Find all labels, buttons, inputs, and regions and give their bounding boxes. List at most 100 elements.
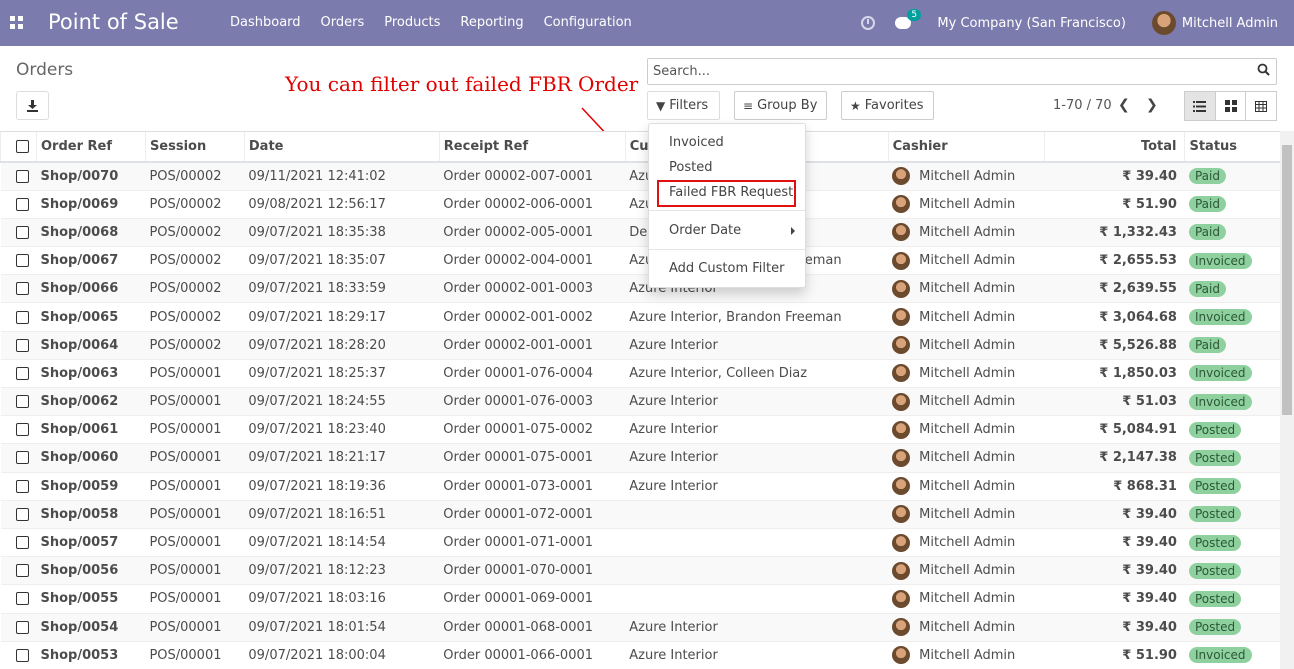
table-row[interactable]: Shop/0067 POS/00002 09/07/2021 18:35:07 Ord… — [0, 246, 1280, 276]
table-row[interactable]: Shop/0055 POS/00001 09/07/2021 18:03:16 Ord… — [0, 584, 1280, 614]
menu-item-configuration[interactable]: Configuration — [544, 15, 632, 30]
table-row[interactable]: Shop/0066 POS/00002 09/07/2021 18:33:59 Ord… — [0, 274, 1280, 304]
search-icon[interactable] — [1257, 63, 1270, 76]
app-title[interactable]: Point of Sale — [48, 10, 179, 34]
group-by-button[interactable]: ≡ Group By — [734, 91, 827, 120]
activity-clock-icon[interactable] — [861, 16, 876, 30]
pivot-view-icon[interactable] — [1246, 92, 1276, 120]
column-receipt-ref[interactable]: Receipt Ref — [438, 132, 626, 163]
table-row[interactable]: Shop/0054 POS/00001 09/07/2021 18:01:54 Ord… — [0, 613, 1280, 642]
status-badge: Posted — [1188, 506, 1242, 523]
row-checkbox[interactable] — [0, 331, 37, 360]
cashier-name: Mitchell Admin — [919, 422, 1016, 438]
receipt-ref-cell: Order 00001-076-0003 — [439, 387, 626, 417]
table-row[interactable]: Shop/0056 POS/00001 09/07/2021 18:12:23 Ord… — [0, 556, 1280, 586]
cashier-cell: Mitchell Admin — [888, 359, 1045, 389]
customer-cell: Azure Interior — [625, 331, 889, 360]
table-row[interactable]: Shop/0064 POS/00002 09/07/2021 18:28:20 Ord… — [0, 331, 1280, 360]
filter-invoiced[interactable]: Invoiced — [649, 131, 805, 155]
total-cell: ₹ 1,850.03 — [1044, 359, 1185, 389]
table-row[interactable]: Shop/0065 POS/00002 09/07/2021 18:29:17 Ord… — [0, 302, 1280, 332]
row-checkbox[interactable] — [0, 584, 37, 614]
cashier-avatar — [892, 336, 911, 355]
table-row[interactable]: Shop/0061 POS/00001 09/07/2021 18:23:40 Ord… — [0, 415, 1280, 445]
menu-item-dashboard[interactable]: Dashboard — [230, 15, 301, 30]
column-total[interactable]: Total — [1043, 132, 1185, 163]
status-cell: Invoiced — [1184, 641, 1280, 669]
menu-item-products[interactable]: Products — [384, 15, 440, 30]
filter-posted[interactable]: Posted — [649, 156, 805, 180]
order-ref-cell: Shop/0069 — [36, 190, 146, 219]
user-avatar[interactable] — [1151, 11, 1176, 35]
row-checkbox[interactable] — [0, 162, 37, 191]
table-row[interactable]: Shop/0070 POS/00002 09/11/2021 12:41:02 Ord… — [0, 162, 1280, 191]
receipt-ref-cell: Order 00001-066-0001 — [439, 641, 626, 669]
column-order-ref[interactable]: Order Ref — [35, 132, 146, 163]
column-cashier[interactable]: Cashier — [887, 132, 1045, 163]
row-checkbox[interactable] — [0, 528, 37, 558]
filter-order-date[interactable]: Order Date — [649, 219, 805, 243]
cashier-cell: Mitchell Admin — [888, 246, 1045, 276]
receipt-ref-cell: Order 00002-001-0002 — [439, 302, 626, 332]
select-all-checkbox[interactable] — [0, 132, 37, 163]
list-scrollbar[interactable] — [1280, 131, 1294, 669]
row-checkbox[interactable] — [0, 190, 37, 219]
row-checkbox[interactable] — [0, 359, 37, 389]
menu-item-reporting[interactable]: Reporting — [460, 15, 523, 30]
pager-next-icon[interactable]: ❯ — [1146, 97, 1158, 113]
row-checkbox[interactable] — [0, 443, 37, 473]
receipt-ref-cell: Order 00001-072-0001 — [439, 500, 626, 529]
list-view-icon[interactable] — [1185, 92, 1216, 120]
total-cell: ₹ 5,526.88 — [1044, 331, 1185, 360]
table-row[interactable]: Shop/0059 POS/00001 09/07/2021 18:19:36 Ord… — [0, 472, 1280, 501]
row-checkbox[interactable] — [0, 613, 37, 642]
table-row[interactable]: Shop/0063 POS/00001 09/07/2021 18:25:37 Ord… — [0, 359, 1280, 389]
row-checkbox[interactable] — [0, 218, 37, 248]
company-switcher[interactable]: My Company (San Francisco) — [937, 16, 1125, 31]
search-input[interactable] — [648, 59, 1238, 84]
cashier-avatar — [892, 420, 911, 439]
cashier-name: Mitchell Admin — [919, 224, 1016, 240]
status-badge: Posted — [1188, 449, 1242, 466]
cashier-name: Mitchell Admin — [919, 196, 1016, 212]
messages-icon[interactable]: 5 — [895, 9, 922, 29]
table-row[interactable]: Shop/0057 POS/00001 09/07/2021 18:14:54 Ord… — [0, 528, 1280, 558]
row-checkbox[interactable] — [0, 302, 37, 332]
status-cell: Posted — [1184, 613, 1280, 642]
column-session[interactable]: Session — [144, 132, 245, 163]
row-checkbox[interactable] — [0, 500, 37, 529]
row-checkbox[interactable] — [0, 387, 37, 417]
row-checkbox[interactable] — [0, 472, 37, 501]
row-checkbox[interactable] — [0, 415, 37, 445]
table-row[interactable]: Shop/0068 POS/00002 09/07/2021 18:35:38 Ord… — [0, 218, 1280, 248]
pager-previous-icon[interactable]: ❮ — [1118, 97, 1130, 113]
favorites-button[interactable]: ★ Favorites — [841, 91, 934, 120]
user-menu[interactable]: Mitchell Admin — [1182, 16, 1278, 31]
breadcrumb-title: Orders — [16, 60, 74, 80]
kanban-view-icon[interactable] — [1216, 92, 1247, 120]
receipt-ref-cell: Order 00001-075-0002 — [439, 415, 626, 445]
scrollbar-thumb[interactable] — [1282, 145, 1292, 415]
session-cell: POS/00001 — [145, 584, 245, 614]
table-row[interactable]: Shop/0058 POS/00001 09/07/2021 18:16:51 Ord… — [0, 500, 1280, 529]
table-row[interactable]: Shop/0053 POS/00001 09/07/2021 18:00:04 Ord… — [0, 641, 1280, 669]
row-checkbox[interactable] — [0, 556, 37, 586]
table-row[interactable]: Shop/0062 POS/00001 09/07/2021 18:24:55 Ord… — [0, 387, 1280, 417]
row-checkbox[interactable] — [0, 274, 37, 304]
status-badge: Invoiced — [1188, 252, 1252, 269]
column-status[interactable]: Status — [1184, 132, 1280, 163]
filters-button[interactable]: ▼ Filters — [647, 91, 720, 120]
apps-menu-icon[interactable] — [10, 16, 23, 29]
add-custom-filter[interactable]: Add Custom Filter — [649, 257, 805, 281]
pager-value[interactable]: 1-70 / 70 — [1053, 98, 1112, 113]
menu-item-orders[interactable]: Orders — [321, 15, 365, 30]
column-date[interactable]: Date — [243, 132, 440, 163]
row-checkbox[interactable] — [0, 641, 37, 669]
export-button[interactable] — [16, 91, 49, 120]
table-row[interactable]: Shop/0060 POS/00001 09/07/2021 18:21:17 Ord… — [0, 443, 1280, 473]
row-checkbox[interactable] — [0, 246, 37, 276]
table-row[interactable]: Shop/0069 POS/00002 09/08/2021 12:56:17 Ord… — [0, 190, 1280, 219]
status-cell: Invoiced — [1184, 302, 1280, 332]
date-cell: 09/07/2021 18:23:40 — [244, 415, 440, 445]
status-badge: Posted — [1188, 478, 1242, 495]
